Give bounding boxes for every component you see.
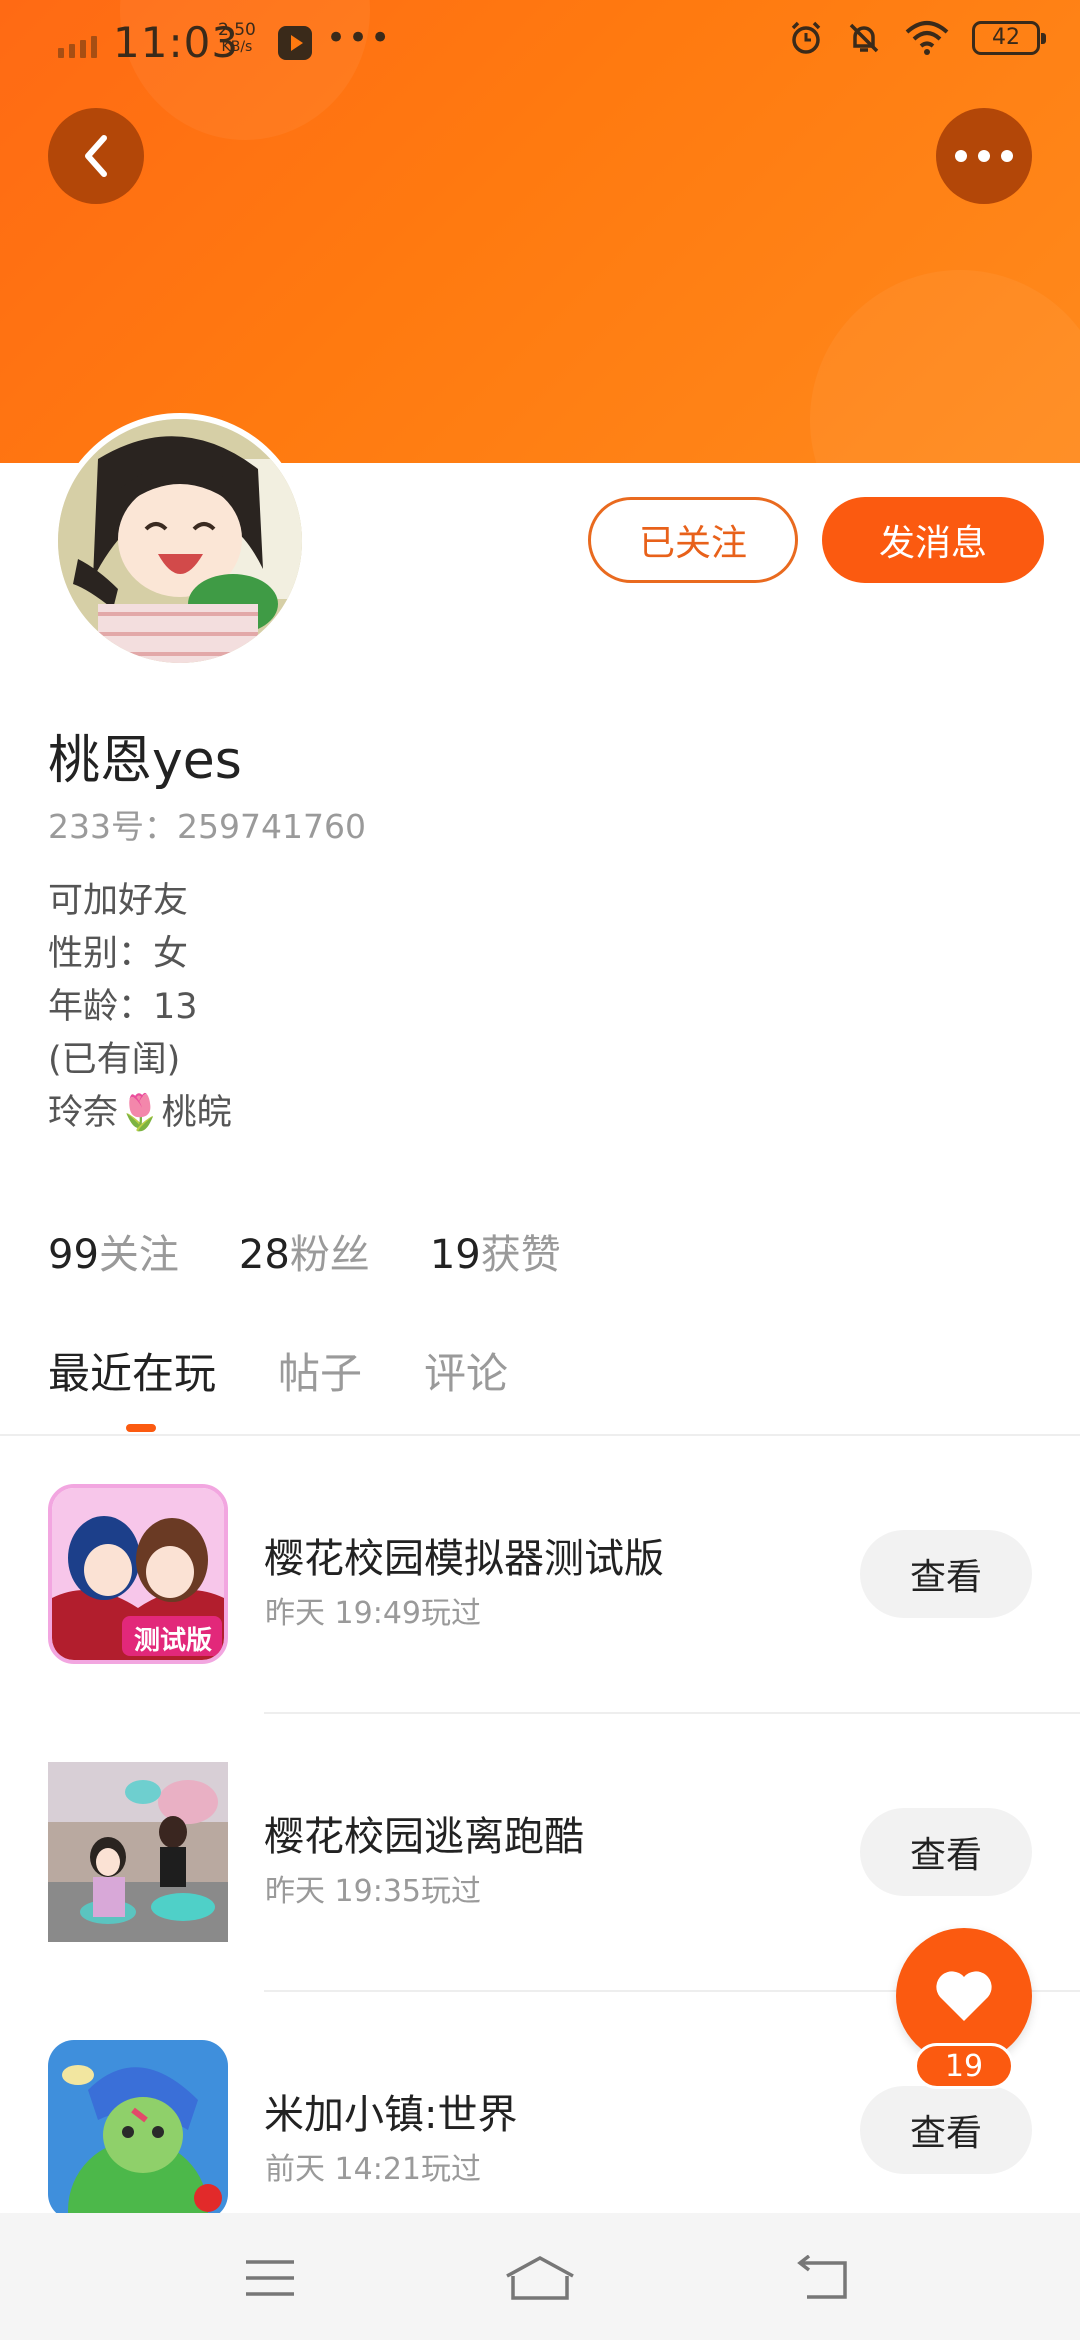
following-stat[interactable]: 99 关注 — [48, 1222, 179, 1280]
tab-posts[interactable]: 帖子 — [278, 1340, 362, 1401]
user-id: 233号：259741760 — [48, 807, 366, 846]
return-button[interactable] — [773, 2243, 873, 2313]
game-played-time: 昨天 19:49玩过 — [265, 1596, 481, 1631]
game-icon — [48, 2040, 228, 2220]
media-play-icon — [278, 26, 312, 60]
view-button[interactable]: 查看 — [860, 2086, 1032, 2174]
more-horizontal-icon — [955, 150, 1013, 162]
tab-comments[interactable]: 评论 — [424, 1340, 508, 1401]
divider — [0, 1434, 1080, 1436]
game-title: 樱花校园逃离跑酷 — [264, 1814, 584, 1860]
bio-line: 可加好友 — [48, 881, 189, 921]
back-button[interactable] — [48, 108, 144, 204]
bio-line: 玲奈🌷桃皖 — [48, 1093, 232, 1133]
username: 桃恩yes — [48, 731, 242, 791]
game-icon: 测试版 — [48, 1484, 228, 1664]
battery-icon: 42 — [972, 21, 1046, 55]
game-icon — [48, 1762, 228, 1942]
tab-recently-played[interactable]: 最近在玩 — [48, 1340, 216, 1401]
net-speed: 2.50 KB/s — [218, 20, 256, 56]
wifi-icon — [905, 21, 949, 55]
system-nav-bar — [0, 2213, 1080, 2340]
bio: 可加好友 性别：女 年龄：13 (已有闺) 玲奈🌷桃皖 — [48, 875, 232, 1140]
view-button[interactable]: 查看 — [860, 1808, 1032, 1896]
game-icon-badge: 测试版 — [134, 1626, 213, 1656]
chevron-left-icon — [85, 135, 107, 177]
followed-button[interactable]: 已关注 — [588, 497, 798, 583]
mute-bell-icon — [849, 23, 879, 53]
bio-line: 性别：女 — [48, 934, 189, 974]
profile-tabs: 最近在玩 帖子 评论 — [48, 1340, 508, 1401]
back-arrow-icon — [797, 2255, 847, 2299]
status-more-icon: ••• — [326, 18, 393, 58]
menu-button[interactable] — [220, 2243, 320, 2313]
game-played-time: 前天 14:21玩过 — [265, 2152, 481, 2187]
game-title: 樱花校园模拟器测试版 — [264, 1536, 664, 1582]
send-message-button[interactable]: 发消息 — [822, 497, 1044, 583]
likes-stat[interactable]: 19 获赞 — [430, 1222, 561, 1280]
avatar[interactable] — [52, 413, 308, 669]
home-icon — [506, 2256, 574, 2300]
game-title: 米加小镇:世界 — [264, 2092, 518, 2138]
menu-icon — [246, 2260, 294, 2296]
bio-line: 年龄：13 — [48, 987, 198, 1027]
profile-banner: 11:03 2.50 KB/s ••• 42 — [0, 0, 1080, 463]
more-button[interactable] — [936, 108, 1032, 204]
view-button[interactable]: 查看 — [860, 1530, 1032, 1618]
list-item[interactable]: 测试版 樱花校园模拟器测试版 昨天 19:49玩过 查看 — [0, 1484, 1080, 1762]
game-played-time: 昨天 19:35玩过 — [265, 1874, 481, 1909]
heart-icon — [936, 1971, 992, 2021]
divider — [264, 1712, 1080, 1714]
status-bar: 11:03 2.50 KB/s ••• 42 — [0, 0, 1080, 90]
bio-line: (已有闺) — [48, 1040, 181, 1080]
home-button[interactable] — [490, 2243, 590, 2313]
alarm-icon — [791, 21, 821, 54]
profile-stats: 99 关注 28 粉丝 19 获赞 — [48, 1222, 561, 1280]
tab-indicator — [126, 1424, 156, 1432]
fans-stat[interactable]: 28 粉丝 — [239, 1222, 370, 1280]
signal-icon — [58, 36, 97, 58]
like-count-badge: 19 — [914, 2043, 1014, 2089]
